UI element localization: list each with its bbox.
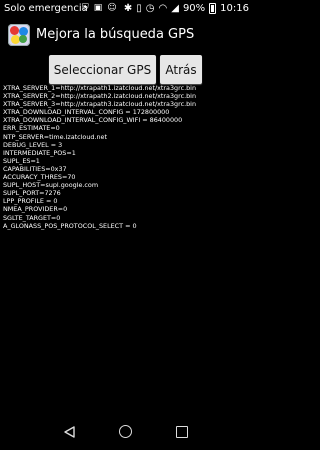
carrier-label: Solo emergencia (4, 3, 88, 14)
bluetooth-icon: ✱ (123, 3, 133, 14)
image-icon: ▣ (93, 3, 103, 13)
no-signal-icon: ◢ (171, 3, 179, 14)
button-row: Seleccionar GPS Atrás (0, 55, 253, 85)
app-icon (8, 24, 30, 46)
vibrate-icon: ▯ (136, 3, 142, 14)
config-line: XTRA_SERVER_1=http://xtrapath1.izatcloud… (3, 84, 197, 92)
config-line: SUPL_PORT=7276 (3, 189, 61, 198)
config-line: XTRA_DOWNLOAD_INTERVAL_CONFIG = 17280000… (3, 108, 170, 117)
shield-icon: ⛨ (82, 3, 89, 13)
gps-config-text: XTRA_SERVER_1=http://xtrapath1.izatcloud… (3, 84, 251, 230)
navigation-bar (0, 414, 253, 450)
config-line: ERR_ESTIMATE=0 (3, 124, 60, 133)
config-line: SGLTE_TARGET=0 (3, 213, 61, 222)
config-line: CAPABILITIES=0x37 (3, 164, 67, 173)
config-line: A_GLONASS_POS_PROTOCOL_SELECT = 0 (3, 221, 137, 230)
config-line: SUPL_HOST=supl.google.com (3, 181, 99, 190)
system-status: ✱ ▯ ◷ ◠ ◢ 90% 10:16 (124, 3, 249, 14)
wifi-icon: ◠ (158, 3, 168, 14)
face-icon: ☺ (107, 3, 117, 13)
config-line: LPP_PROFILE = 0 (3, 197, 58, 206)
alarm-icon: ◷ (145, 3, 155, 14)
config-line: INTERMEDIATE_POS=1 (3, 148, 76, 157)
clock: 10:16 (220, 3, 249, 14)
config-line: NMEA_PROVIDER=0 (3, 205, 68, 214)
home-nav-icon[interactable] (119, 425, 132, 438)
back-button[interactable]: Atrás (160, 55, 202, 84)
config-line: XTRA_SERVER_2=http://xtrapath2.izatcloud… (3, 92, 197, 101)
status-bar: Solo emergencia ⛨ ▣ ☺ ✱ ▯ ◷ ◠ ◢ 90% 10:1… (0, 0, 253, 18)
recent-apps-icon[interactable] (176, 426, 188, 438)
app-title-bar: Mejora la búsqueda GPS (0, 18, 253, 52)
notification-icons: ⛨ ▣ ☺ (82, 3, 117, 13)
select-gps-button[interactable]: Seleccionar GPS (49, 55, 156, 84)
config-line: XTRA_DOWNLOAD_INTERVAL_CONFIG_WIFI = 864… (3, 116, 183, 125)
page-title: Mejora la búsqueda GPS (36, 27, 195, 42)
back-nav-icon[interactable] (64, 426, 75, 438)
config-line: ACCURACY_THRES=70 (3, 173, 76, 182)
config-line: NTP_SERVER=time.izatcloud.net (3, 132, 107, 141)
config-line: XTRA_SERVER_3=http://xtrapath3.izatcloud… (3, 100, 197, 109)
battery-icon (209, 3, 217, 14)
battery-percent: 90% (182, 3, 206, 14)
config-line: SUPL_ES=1 (3, 156, 40, 165)
config-line: DEBUG_LEVEL = 3 (3, 140, 63, 149)
